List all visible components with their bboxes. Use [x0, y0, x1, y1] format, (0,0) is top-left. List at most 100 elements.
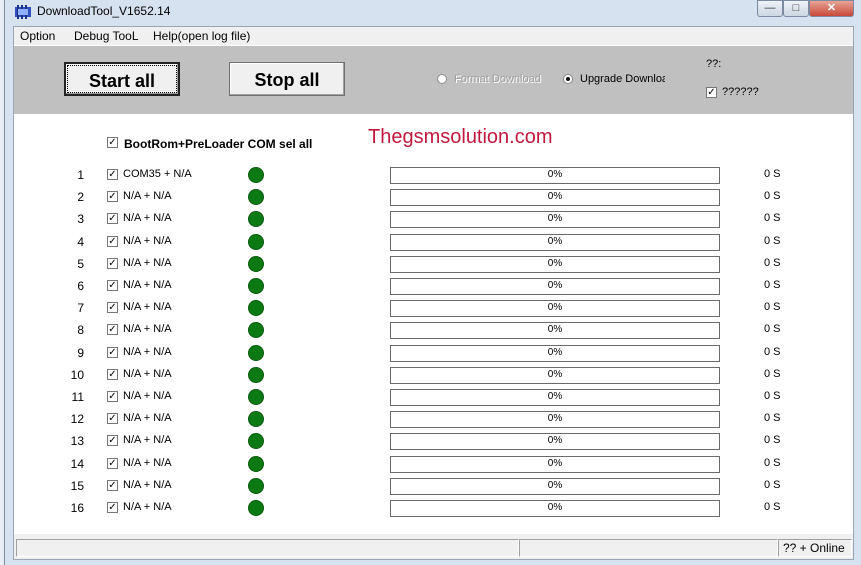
row-elapsed-time: 0 S — [764, 301, 781, 314]
row-checkbox[interactable]: ✓ — [107, 324, 118, 336]
menu-help[interactable]: Help(open log file) — [153, 29, 250, 43]
row-progress-bar: 0% — [390, 322, 720, 340]
status-led-icon — [248, 233, 264, 250]
progress-text: 0% — [547, 302, 563, 314]
progress-text: 0% — [547, 169, 563, 180]
row-checkbox[interactable]: ✓ — [107, 346, 118, 358]
select-all-checkbox[interactable]: ✓ — [107, 137, 118, 148]
title-bar[interactable]: DownloadTool_V1652.14 — □ ✕ — [5, 0, 861, 26]
port-row: 8 ✓ N/A + N/A 0% 0 S — [14, 321, 853, 343]
row-checkbox[interactable]: ✓ — [107, 302, 118, 314]
row-checkbox[interactable]: ✓ — [107, 213, 118, 225]
check-icon: ✓ — [108, 169, 117, 180]
row-number: 16 — [70, 501, 84, 515]
row-checkbox[interactable]: ✓ — [107, 457, 118, 469]
row-port-label: N/A + N/A — [123, 190, 172, 203]
status-led-icon — [248, 477, 264, 494]
row-checkbox[interactable]: ✓ — [107, 479, 118, 491]
row-checkbox[interactable]: ✓ — [107, 257, 118, 269]
row-checkbox[interactable]: ✓ — [107, 191, 118, 203]
check-icon: ✓ — [108, 324, 117, 336]
progress-text: 0% — [547, 280, 563, 291]
row-number: 11 — [71, 390, 84, 404]
status-led-icon — [248, 411, 264, 428]
stop-all-button[interactable]: Stop all — [229, 62, 345, 96]
row-elapsed-time: 0 S — [764, 390, 781, 402]
upgrade-download-label: Upgrade Download — [580, 73, 665, 85]
row-number: 7 — [77, 301, 84, 316]
status-led-icon — [248, 255, 264, 272]
row-checkbox[interactable]: ✓ — [107, 169, 118, 180]
port-row: 6 ✓ N/A + N/A 0% 0 S — [14, 277, 853, 299]
row-checkbox[interactable]: ✓ — [107, 502, 118, 513]
row-progress-bar: 0% — [390, 389, 720, 406]
progress-text: 0% — [547, 235, 563, 247]
check-icon: ✓ — [108, 435, 117, 447]
row-port-label: N/A + N/A — [123, 323, 172, 336]
status-pane-2 — [519, 539, 778, 557]
check-icon: ✓ — [108, 235, 117, 247]
row-checkbox[interactable]: ✓ — [107, 435, 118, 447]
format-download-label: Format Download — [454, 73, 541, 85]
port-row: 10 ✓ N/A + N/A 0% 0 S — [14, 366, 853, 388]
row-checkbox[interactable]: ✓ — [107, 368, 118, 380]
extra-checkbox-label: ?????? — [722, 86, 759, 98]
row-progress-bar: 0% — [390, 455, 720, 473]
radio-selected-dot — [566, 77, 570, 81]
row-port-label: COM35 + N/A — [123, 168, 192, 180]
row-progress-bar: 0% — [390, 411, 720, 429]
row-number: 9 — [77, 345, 84, 360]
progress-text: 0% — [547, 502, 563, 513]
row-checkbox[interactable]: ✓ — [107, 391, 118, 402]
progress-text: 0% — [547, 391, 563, 402]
check-icon: ✓ — [108, 191, 117, 203]
port-row: 3 ✓ N/A + N/A 0% 0 S — [14, 210, 853, 232]
row-port-label: N/A + N/A — [123, 501, 172, 513]
format-download-radio[interactable] — [437, 74, 447, 84]
check-icon: ✓ — [108, 413, 117, 425]
row-port-label: N/A + N/A — [123, 367, 172, 380]
row-progress-bar: 0% — [390, 255, 720, 273]
row-elapsed-time: 0 S — [764, 434, 781, 447]
close-button[interactable]: ✕ — [809, 0, 854, 17]
row-elapsed-time: 0 S — [764, 345, 781, 358]
row-elapsed-time: 0 S — [764, 279, 781, 291]
menu-bar: Option Debug TooL Help(open log file) — [14, 27, 853, 45]
row-port-label: N/A + N/A — [123, 345, 172, 358]
status-led-icon — [248, 300, 264, 317]
upgrade-download-radio[interactable] — [563, 74, 573, 84]
extra-checkbox[interactable]: ✓ — [706, 87, 717, 98]
maximize-button[interactable]: □ — [783, 0, 809, 17]
row-checkbox[interactable]: ✓ — [107, 280, 118, 291]
row-elapsed-time: 0 S — [764, 168, 781, 180]
row-checkbox[interactable]: ✓ — [107, 235, 118, 247]
window-title: DownloadTool_V1652.14 — [37, 4, 171, 18]
port-row: 13 ✓ N/A + N/A 0% 0 S — [14, 432, 853, 454]
row-elapsed-time: 0 S — [764, 256, 781, 269]
select-all-label: BootRom+PreLoader COM sel all — [124, 137, 313, 151]
status-led-icon — [248, 167, 264, 183]
progress-text: 0% — [547, 346, 563, 358]
status-pane-online: ?? + Online — [778, 539, 852, 557]
progress-text: 0% — [547, 457, 563, 469]
minimize-button[interactable]: — — [757, 0, 783, 17]
app-window: DownloadTool_V1652.14 — □ ✕ Option Debug… — [4, 0, 861, 565]
row-elapsed-time: 0 S — [764, 412, 781, 425]
unknown-label: ??: — [706, 58, 722, 70]
status-led-icon — [248, 455, 264, 472]
row-port-label: N/A + N/A — [123, 456, 172, 469]
row-progress-bar: 0% — [390, 344, 720, 362]
menu-option[interactable]: Option — [20, 29, 55, 43]
status-led-icon — [248, 500, 264, 516]
status-led-icon — [248, 322, 264, 339]
row-number: 4 — [77, 234, 84, 249]
row-elapsed-time: 0 S — [764, 190, 781, 203]
row-checkbox[interactable]: ✓ — [107, 413, 118, 425]
row-port-label: N/A + N/A — [123, 301, 172, 314]
menu-debug-tool[interactable]: Debug TooL — [74, 29, 139, 43]
check-icon: ✓ — [108, 280, 117, 291]
row-elapsed-time: 0 S — [764, 456, 781, 469]
row-elapsed-time: 0 S — [764, 234, 781, 247]
check-icon: ✓ — [108, 257, 117, 269]
start-all-button[interactable]: Start all — [64, 62, 180, 96]
